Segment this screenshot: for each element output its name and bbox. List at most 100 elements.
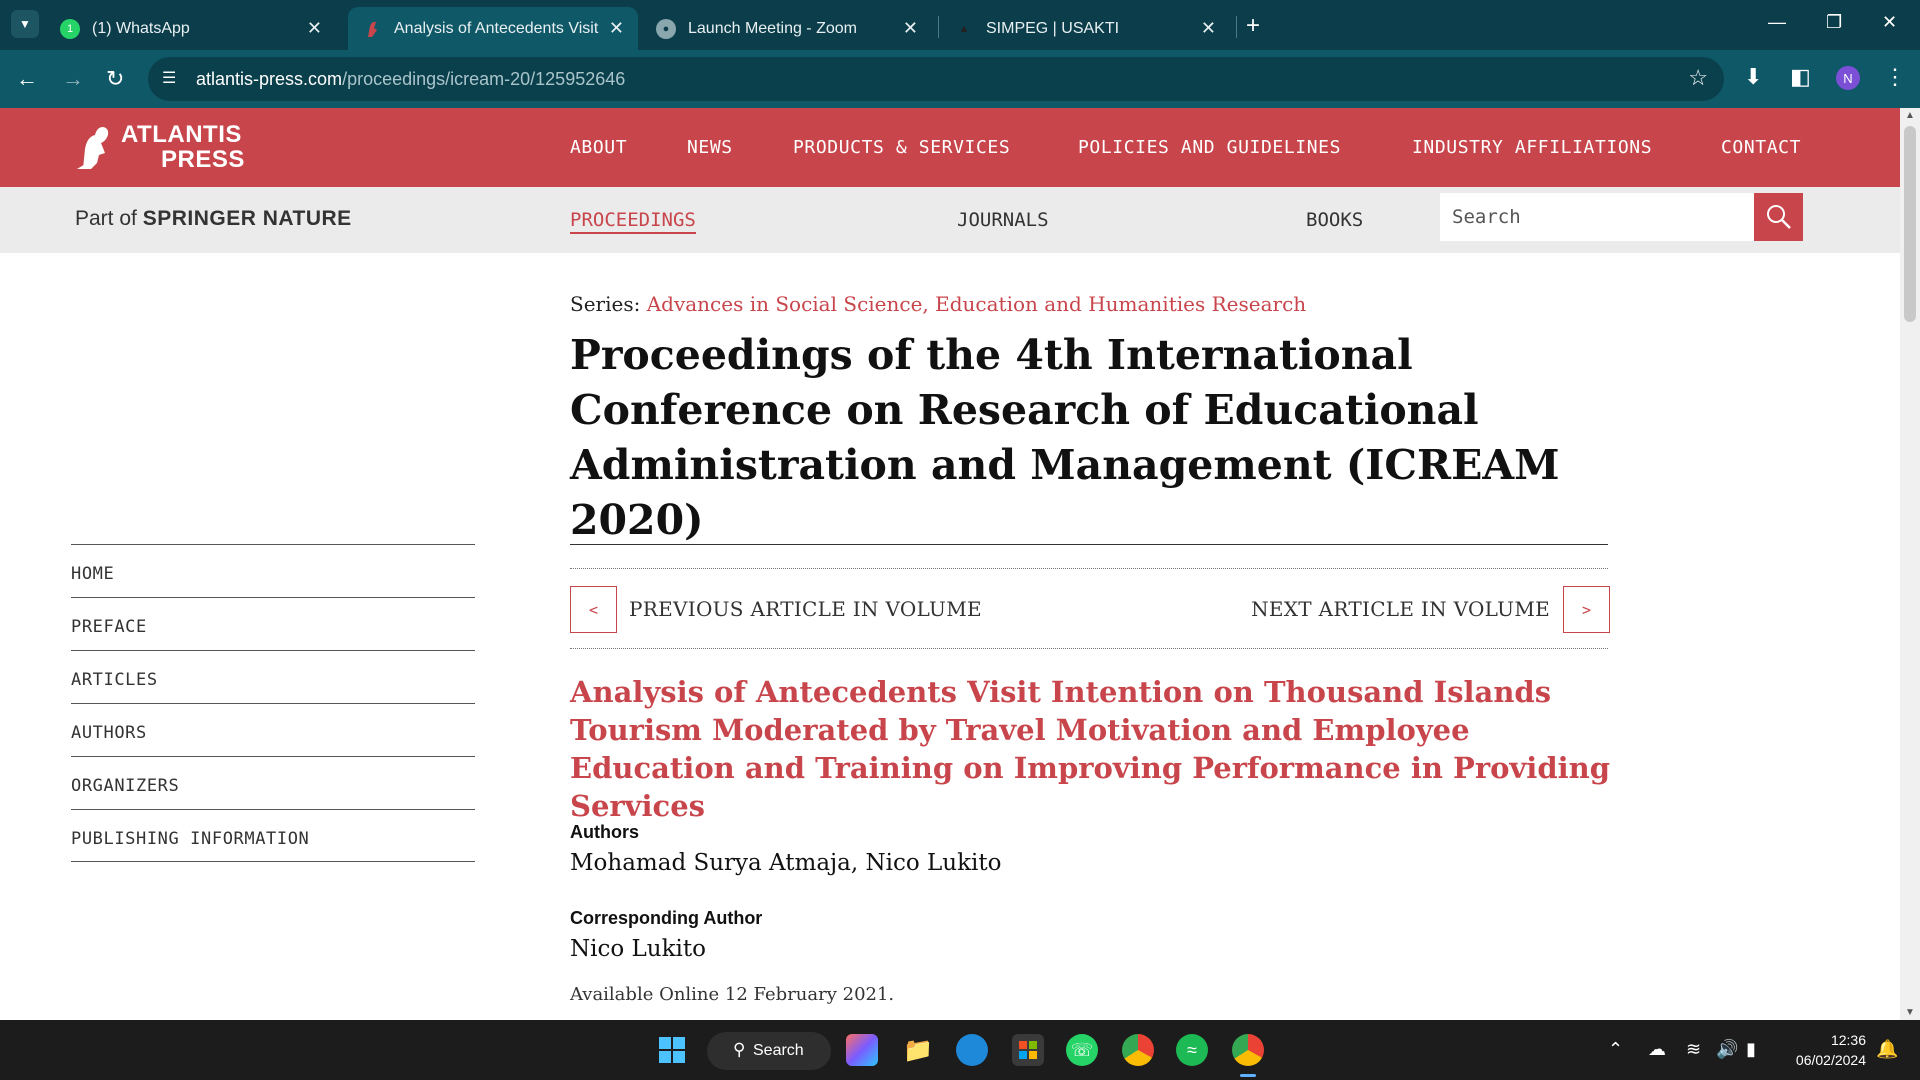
authors-label: Authors (570, 822, 639, 842)
previous-article-button[interactable]: < (570, 586, 617, 633)
tab-whatsapp[interactable]: 1 (1) WhatsApp ✕ (46, 7, 336, 50)
part-of-label: Part of (75, 207, 137, 230)
tab-atlantis-article[interactable]: Analysis of Antecedents Visit Intention … (348, 7, 638, 50)
notification-bell-icon[interactable]: 🔔 (1876, 1039, 1898, 1060)
reload-icon[interactable]: ↻ (106, 66, 124, 92)
subnav-proceedings[interactable]: PROCEEDINGS (570, 209, 696, 234)
tab-title: SIMPEG | USAKTI (986, 19, 1120, 37)
close-tab-icon[interactable]: ✕ (307, 18, 322, 39)
nav-industry-affiliations[interactable]: INDUSTRY AFFILIATIONS (1412, 137, 1652, 158)
sidebar-item-articles[interactable]: ARTICLES (71, 650, 475, 703)
back-arrow-icon[interactable]: ← (16, 66, 38, 92)
next-article-button[interactable]: > (1563, 586, 1610, 633)
wifi-icon[interactable]: ≋ (1686, 1039, 1701, 1060)
logo-line-press: PRESS (161, 146, 245, 173)
subnav-books[interactable]: BOOKS (1306, 209, 1363, 231)
address-bar[interactable]: ☰ atlantis-press.com/proceedings/icream-… (148, 57, 1724, 101)
taskbar-search[interactable]: ⚲ Search (707, 1032, 831, 1070)
tab-search-menu-icon[interactable]: ▼ (11, 10, 39, 38)
clock-date: 06/02/2024 (1795, 1052, 1866, 1068)
site-info-icon[interactable]: ☰ (162, 68, 176, 88)
restore-icon[interactable]: ❐ (1826, 12, 1842, 33)
globe-icon: ● (656, 18, 676, 39)
close-tab-icon[interactable]: ✕ (903, 18, 918, 39)
page-scrollbar[interactable]: ▲ ▼ (1900, 108, 1920, 1020)
url-path: /proceedings/icream-20/125952646 (342, 69, 626, 89)
close-tab-icon[interactable]: ✕ (1201, 18, 1216, 39)
sidebar-item-preface[interactable]: PREFACE (71, 597, 475, 650)
download-icon[interactable]: ⬇ (1744, 64, 1762, 90)
close-tab-icon[interactable]: ✕ (609, 18, 624, 39)
scroll-up-arrow-icon[interactable]: ▲ (1905, 110, 1915, 121)
windows-taskbar: ⚲ Search 📁 ☏ ≈ ⌃ ☁ ≋ 🔊 ▮ 12:36 06/02/202… (0, 1020, 1920, 1080)
thinker-logo-icon (75, 123, 113, 171)
scroll-down-arrow-icon[interactable]: ▼ (1905, 1007, 1915, 1018)
nav-about[interactable]: ABOUT (570, 137, 627, 158)
site-search-input[interactable] (1440, 193, 1754, 241)
simpeg-favicon-icon: ▲ (958, 22, 970, 35)
corresponding-author-value: Nico Lukito (570, 936, 706, 962)
battery-icon[interactable]: ▮ (1746, 1039, 1756, 1060)
atlantis-press-logo[interactable]: ATLANTIS PRESS (75, 122, 245, 172)
profile-avatar[interactable]: N (1836, 66, 1860, 90)
microsoft-store-icon[interactable] (1012, 1034, 1044, 1066)
series-label: Series: (570, 292, 641, 316)
previous-article-label[interactable]: PREVIOUS ARTICLE IN VOLUME (629, 597, 982, 621)
nav-contact[interactable]: CONTACT (1721, 137, 1801, 158)
atlantis-favicon-icon (362, 19, 382, 39)
next-article-label[interactable]: NEXT ARTICLE IN VOLUME (1251, 597, 1550, 621)
show-hidden-icons-chevron-icon[interactable]: ⌃ (1608, 1039, 1623, 1060)
sidebar-item-organizers[interactable]: ORGANIZERS (71, 756, 475, 809)
bookmark-star-icon[interactable]: ☆ (1688, 65, 1708, 91)
browser-toolbar: ← → ↻ ☰ atlantis-press.com/proceedings/i… (0, 50, 1920, 108)
copilot-icon[interactable] (846, 1034, 878, 1066)
url-host: atlantis-press.com (196, 69, 343, 89)
browser-tab-bar: ▼ 1 (1) WhatsApp ✕ Analysis of Anteceden… (0, 0, 1920, 50)
sidebar-item-home[interactable]: HOME (71, 544, 475, 597)
nav-news[interactable]: NEWS (687, 137, 733, 158)
minimize-icon[interactable]: — (1768, 12, 1786, 33)
whatsapp-icon: 1 (60, 18, 80, 39)
more-menu-icon[interactable]: ⋮ (1884, 64, 1906, 90)
volume-icon[interactable]: 🔊 (1716, 1039, 1738, 1060)
new-tab-plus-icon[interactable]: + (1246, 12, 1260, 40)
tab-zoom[interactable]: ● Launch Meeting - Zoom ✕ (642, 7, 932, 50)
active-app-indicator (1240, 1074, 1256, 1077)
search-icon: ⚲ (733, 1040, 746, 1059)
onedrive-cloud-icon[interactable]: ☁ (1648, 1039, 1666, 1060)
side-panel-icon[interactable]: ◧ (1790, 64, 1811, 90)
nav-products-services[interactable]: PRODUCTS & SERVICES (793, 137, 1010, 158)
windows-start-icon[interactable] (656, 1034, 688, 1066)
tab-title: (1) WhatsApp (92, 19, 190, 37)
divider (570, 544, 1608, 545)
chrome-icon[interactable] (1122, 1034, 1154, 1066)
search-button[interactable] (1754, 193, 1803, 241)
chrome-profile-icon[interactable] (1232, 1034, 1264, 1066)
logo-line-atlantis: ATLANTIS (121, 121, 242, 148)
sidebar-item-publishing-information[interactable]: PUBLISHING INFORMATION (71, 809, 475, 862)
springer-nature-link[interactable]: Part of SPRINGER NATURE (75, 207, 352, 231)
clock-time: 12:36 (1830, 1032, 1866, 1048)
scroll-thumb[interactable] (1904, 126, 1916, 322)
edge-icon[interactable] (956, 1034, 988, 1066)
url-text[interactable]: atlantis-press.com/proceedings/icream-20… (196, 69, 625, 90)
sub-header: Part of SPRINGER NATURE PROCEEDINGS JOUR… (0, 187, 1900, 253)
tab-simpeg[interactable]: ▲ SIMPEG | USAKTI ✕ (940, 7, 1230, 50)
sidebar-nav: HOME PREFACE ARTICLES AUTHORS ORGANIZERS… (71, 544, 475, 862)
forward-arrow-icon[interactable]: → (62, 66, 84, 92)
close-window-icon[interactable]: ✕ (1882, 12, 1897, 33)
subnav-journals[interactable]: JOURNALS (957, 209, 1049, 231)
divider (570, 568, 1608, 569)
logo-wordmark: ATLANTIS PRESS (121, 122, 245, 172)
series-link[interactable]: Advances in Social Science, Education an… (647, 292, 1306, 316)
file-explorer-icon[interactable]: 📁 (902, 1034, 934, 1066)
springer-nature-wordmark: SPRINGER NATURE (142, 207, 352, 230)
tab-title: Launch Meeting - Zoom (688, 19, 857, 37)
whatsapp-icon[interactable]: ☏ (1066, 1034, 1098, 1066)
sidebar-item-authors[interactable]: AUTHORS (71, 703, 475, 756)
taskbar-search-label: Search (753, 1042, 804, 1059)
authors-value: Mohamad Surya Atmaja, Nico Lukito (570, 850, 1002, 876)
nav-policies-guidelines[interactable]: POLICIES AND GUIDELINES (1078, 137, 1341, 158)
spotify-icon[interactable]: ≈ (1176, 1034, 1208, 1066)
system-clock[interactable]: 12:36 06/02/2024 (1786, 1030, 1866, 1070)
